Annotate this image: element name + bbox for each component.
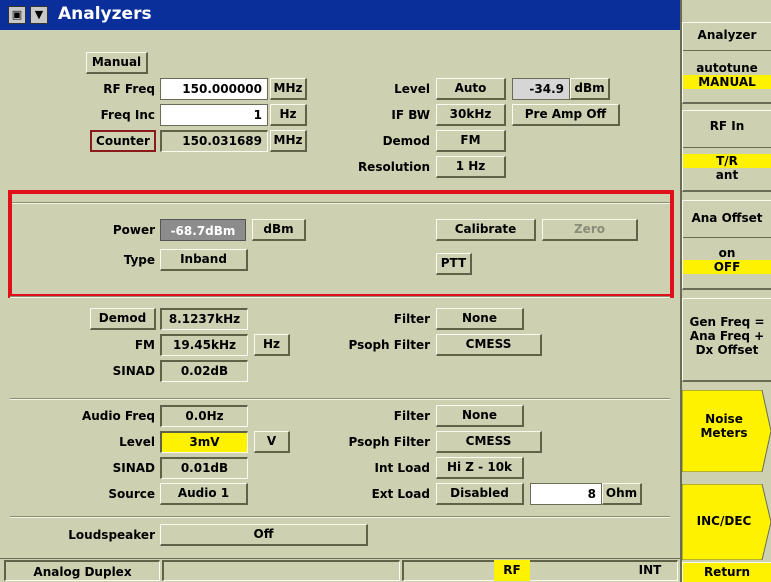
if-bw-button[interactable]: 30kHz (436, 104, 506, 126)
freq-inc-unit[interactable]: Hz (270, 104, 307, 126)
filter-button[interactable]: None (436, 308, 524, 330)
inc-dec-label: INC/DEC (696, 514, 752, 528)
source-label: Source (108, 487, 155, 501)
analyzer-opt-autotune: autotune (696, 61, 758, 75)
counter-button[interactable]: Counter (90, 130, 156, 152)
demod-button[interactable]: FM (436, 130, 506, 152)
ext-load-value[interactable]: 8 (530, 483, 602, 505)
level-mode-button[interactable]: Auto (436, 78, 506, 100)
ext-load-unit[interactable]: Ohm (602, 483, 642, 505)
ext-load-button[interactable]: Disabled (436, 483, 524, 505)
counter-unit[interactable]: MHz (270, 130, 307, 152)
analyzer-softkey[interactable]: Analyzer autotune MANUAL (682, 22, 771, 104)
rf-freq-label: RF Freq (103, 82, 155, 96)
analyzer-title: Analyzer (683, 23, 771, 51)
filter-label: Filter (393, 312, 430, 326)
audio-freq-value: 0.0Hz (160, 405, 248, 427)
main-panel: Manual RF Freq 150.000000 MHz Freq Inc 1… (0, 30, 680, 552)
rf-in-title: RF In (683, 111, 771, 148)
manual-button[interactable]: Manual (86, 52, 148, 74)
rf-freq-field[interactable]: 150.000000 (160, 78, 268, 100)
audio-level-value: 3mV (160, 431, 248, 453)
gen-freq-line3: Dx Offset (695, 343, 759, 357)
noise-meters-label: Noise Meters (682, 412, 766, 440)
level-unit[interactable]: dBm (570, 78, 610, 100)
status-rf: RF (494, 560, 530, 581)
resolution-button[interactable]: 1 Hz (436, 156, 506, 178)
divider (10, 516, 670, 518)
status-int: INT (638, 563, 662, 577)
resolution-label: Resolution (357, 160, 430, 174)
audio-filter-button[interactable]: None (436, 405, 524, 427)
audio-sinad-value: 0.01dB (160, 457, 248, 479)
audio-psoph-filter-label: Psoph Filter (348, 435, 431, 449)
freq-inc-label: Freq Inc (100, 108, 155, 122)
ext-load-label: Ext Load (371, 487, 430, 501)
loudspeaker-button[interactable]: Off (160, 524, 368, 546)
noise-line1: Noise (705, 412, 743, 426)
level-label: Level (394, 82, 430, 96)
noise-line2: Meters (700, 426, 748, 440)
audio-freq-label: Audio Freq (81, 409, 155, 423)
status-mode: Analog Duplex (4, 560, 160, 581)
pre-amp-button[interactable]: Pre Amp Off (512, 104, 620, 126)
gen-freq-line2: Ana Freq + (689, 329, 765, 343)
audio-filter-label: Filter (393, 409, 430, 423)
rf-freq-unit[interactable]: MHz (270, 78, 307, 100)
psoph-filter-button[interactable]: CMESS (436, 334, 542, 356)
audio-psoph-filter-button[interactable]: CMESS (436, 431, 542, 453)
demod-label: Demod (382, 134, 430, 148)
ana-offset-opt-on: on (718, 246, 736, 260)
status-bar: Analog Duplex RF INT (0, 558, 680, 582)
rf-in-opt-ant: ant (715, 168, 739, 182)
rf-in-softkey[interactable]: RF In T/R ant (682, 110, 771, 192)
status-blank (162, 560, 400, 581)
ana-offset-opt-off: OFF (683, 260, 771, 274)
fm-value: 19.45kHz (160, 334, 248, 356)
audio-level-label: Level (119, 435, 155, 449)
audio-level-unit-button[interactable]: V (254, 431, 290, 453)
fm-unit-button[interactable]: Hz (254, 334, 290, 356)
counter-value: 150.031689 (160, 130, 268, 152)
dropdown-arrow-icon[interactable]: ▼ (30, 6, 48, 24)
title-bar: ▣ ▼ Analyzers (0, 0, 680, 30)
if-bw-label: IF BW (391, 108, 430, 122)
demod-meas-value: 8.1237kHz (160, 308, 248, 330)
ana-offset-softkey[interactable]: Ana Offset on OFF (682, 200, 771, 290)
level-value: -34.9 (512, 78, 570, 100)
selection-highlight (8, 190, 674, 298)
return-softkey[interactable]: Return (682, 562, 771, 582)
ana-offset-title: Ana Offset (683, 201, 771, 238)
loudspeaker-label: Loudspeaker (68, 528, 155, 542)
demod-meas-button[interactable]: Demod (90, 308, 156, 330)
fm-label: FM (134, 338, 155, 352)
source-button[interactable]: Audio 1 (160, 483, 248, 505)
psoph-filter-label: Psoph Filter (348, 338, 431, 352)
int-load-button[interactable]: Hi Z - 10k (436, 457, 524, 479)
sinad-label: SINAD (112, 364, 155, 378)
freq-inc-field[interactable]: 1 (160, 104, 268, 126)
divider (10, 296, 670, 298)
audio-sinad-label: SINAD (112, 461, 155, 475)
sinad-value: 0.02dB (160, 360, 248, 382)
rf-in-opt-tr: T/R (683, 154, 771, 168)
window-title: Analyzers (58, 4, 152, 24)
gen-freq-softkey[interactable]: Gen Freq = Ana Freq + Dx Offset (682, 298, 771, 382)
window-menu-icon[interactable]: ▣ (8, 6, 26, 24)
int-load-label: Int Load (374, 461, 431, 475)
inc-dec-softkey[interactable]: INC/DEC (682, 484, 771, 560)
noise-meters-softkey[interactable]: Noise Meters (682, 390, 771, 472)
gen-freq-line1: Gen Freq = (689, 315, 765, 329)
analyzer-opt-manual: MANUAL (683, 75, 771, 89)
divider (10, 398, 670, 400)
